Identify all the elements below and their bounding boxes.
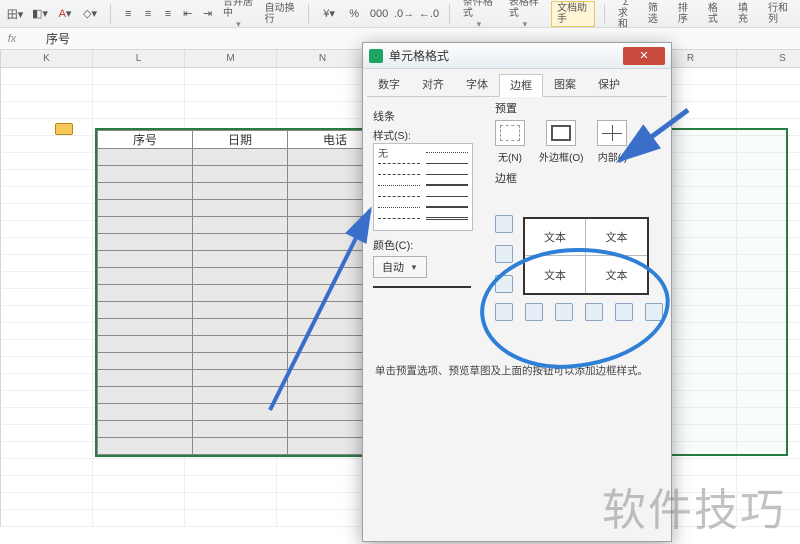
border-left-btn[interactable] — [525, 303, 543, 321]
col-K[interactable]: K — [1, 50, 93, 67]
inc-decimal[interactable]: .0→ — [393, 4, 415, 24]
sort[interactable]: 排序 — [674, 3, 698, 25]
fill-menu[interactable]: 填充 — [734, 3, 758, 25]
align-center[interactable]: ≡ — [140, 4, 157, 24]
fillcolor-dropdown[interactable]: ◧▾ — [29, 4, 51, 24]
indent-inc[interactable]: ⇥ — [199, 4, 216, 24]
preset-outer[interactable]: 外边框(O) — [539, 120, 583, 164]
format-menu[interactable]: 格式 — [704, 3, 728, 25]
tab-pattern[interactable]: 图案 — [543, 73, 587, 96]
align-left[interactable]: ≡ — [120, 4, 137, 24]
wrap-text[interactable]: 自动换行 — [261, 3, 300, 25]
cell-format-dialog: 单元格格式 ✕ 数字 对齐 字体 边框 图案 保护 线条 样式(S): 无 — [362, 42, 672, 542]
align-right[interactable]: ≡ — [159, 4, 176, 24]
fontcolor-dropdown[interactable]: A▾ — [54, 4, 76, 24]
preset-section-label: 预置 — [495, 100, 665, 116]
color-auto-button[interactable]: 自动▼ — [373, 256, 427, 278]
border-diag1-btn[interactable] — [495, 303, 513, 321]
line-section-label: 线条 — [373, 108, 483, 124]
close-icon[interactable]: ✕ — [623, 47, 665, 65]
border-all-btn[interactable] — [645, 303, 663, 321]
border-preview: 文本 文本 文本 文本 — [523, 217, 649, 295]
thousands[interactable]: 000 — [368, 4, 390, 24]
preset-inner[interactable]: 内部(I) — [597, 120, 627, 164]
indent-dec[interactable]: ⇤ — [179, 4, 196, 24]
color-label: 颜色(C): — [373, 237, 483, 253]
border-preview-area: 文本 文本 文本 文本 — [485, 209, 663, 327]
col-M[interactable]: M — [185, 50, 277, 67]
border-bottom-btn[interactable] — [495, 275, 513, 293]
doc-helper[interactable]: 文档助手 — [551, 1, 595, 27]
tab-align[interactable]: 对齐 — [411, 73, 455, 96]
col-N[interactable]: N — [277, 50, 369, 67]
percent[interactable]: % — [343, 4, 365, 24]
row-marker — [55, 123, 89, 141]
tab-font[interactable]: 字体 — [455, 73, 499, 96]
style-label: 样式(S): — [373, 128, 483, 143]
tab-protect[interactable]: 保护 — [587, 73, 631, 96]
autosum[interactable]: Σ求和 — [614, 0, 638, 30]
border-section-label: 边框 — [495, 170, 665, 186]
col-L[interactable]: L — [93, 50, 185, 67]
border-right-btn[interactable] — [585, 303, 603, 321]
rowcol-menu[interactable]: 行和列 — [764, 3, 796, 25]
formula-value[interactable]: 序号 — [24, 30, 70, 47]
selection-right — [668, 128, 788, 456]
ribbon: 田▾ ◧▾ A▾ ◇▾ ≡ ≡ ≡ ⇤ ⇥ 合并居中▾ 自动换行 ¥▾ % 00… — [0, 0, 800, 28]
table-style[interactable]: 表格样式▾ — [505, 0, 545, 30]
dec-decimal[interactable]: ←.0 — [418, 4, 440, 24]
conditional-format[interactable]: 条件格式▾ — [459, 0, 499, 30]
selected-line-preview — [373, 286, 471, 288]
hdr-seq[interactable]: 序号 — [98, 131, 193, 149]
tab-number[interactable]: 数字 — [367, 73, 411, 96]
fx-icon[interactable]: fx — [0, 33, 24, 45]
line-style-list[interactable]: 无 — [373, 143, 473, 231]
dialog-body: 线条 样式(S): 无 颜色(C): 自动▼ — [363, 97, 671, 537]
col-S[interactable]: S — [737, 50, 800, 67]
dialog-tabs: 数字 对齐 字体 边框 图案 保护 — [367, 73, 667, 97]
filter[interactable]: 筛选 — [644, 3, 668, 25]
border-mid-h-btn[interactable] — [495, 245, 513, 263]
border-dropdown[interactable]: 田▾ — [4, 4, 26, 24]
watermark: 软件技巧 — [602, 474, 786, 538]
currency[interactable]: ¥▾ — [318, 4, 340, 24]
border-mid-v-btn[interactable] — [555, 303, 573, 321]
user-table[interactable]: 序号日期电话 — [95, 128, 385, 457]
border-top-btn[interactable] — [495, 215, 513, 233]
hdr-date[interactable]: 日期 — [193, 131, 288, 149]
tab-border[interactable]: 边框 — [499, 74, 543, 97]
dialog-title: 单元格格式 — [389, 47, 623, 64]
merge-center[interactable]: 合并居中▾ — [219, 0, 258, 30]
clear-dropdown[interactable]: ◇▾ — [79, 4, 101, 24]
preset-none[interactable]: 无(N) — [495, 120, 525, 164]
dialog-help-text: 单击预置选项、预览草图及上面的按钮可以添加边框样式。 — [375, 363, 661, 378]
border-diag2-btn[interactable] — [615, 303, 633, 321]
dialog-titlebar[interactable]: 单元格格式 ✕ — [363, 43, 671, 69]
app-icon — [369, 49, 383, 63]
